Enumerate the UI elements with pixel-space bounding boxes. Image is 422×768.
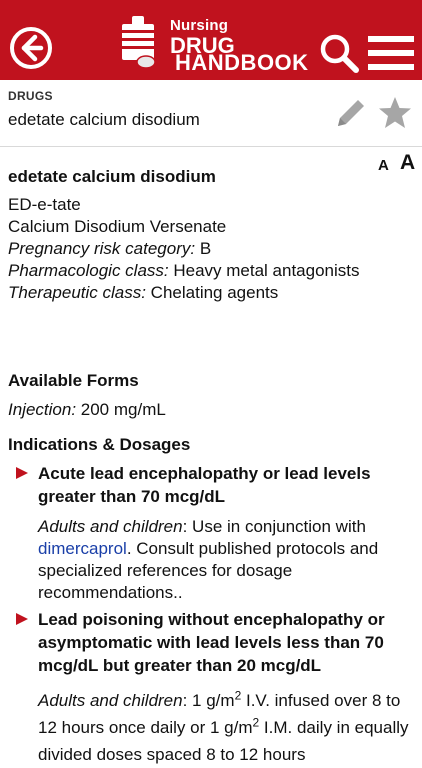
drug-name-label: edetate calcium disodium [8,110,200,129]
indication-item: Lead poisoning without encephalopathy or… [8,608,414,677]
favorite-star-icon[interactable] [378,96,412,130]
pregnancy-category: Pregnancy risk category: B [8,238,414,260]
logo-handbook: HANDBOOK [175,50,309,75]
search-icon[interactable] [318,32,360,74]
indication-dosage: Adults and children: Use in conjunction … [8,516,414,604]
hamburger-menu-icon[interactable] [368,36,414,70]
pencil-edit-icon[interactable] [332,96,368,132]
population-label: Adults and children [38,517,183,536]
forms-value: 200 mg/mL [76,400,166,419]
available-forms-heading: Available Forms [8,371,139,390]
dosage-text-a: : 1 g/m [182,691,235,710]
forms-label: Injection: [8,400,77,419]
available-forms-injection: Injection: 200 mg/mL [8,399,414,421]
handbook-logo-icon [122,16,156,69]
population-label: Adults and children [38,691,183,710]
indication-title: Acute lead encephalopathy or lead levels… [38,464,371,506]
thera-value: Chelating agents [145,283,279,302]
pharm-value: Heavy metal antagonists [168,261,360,280]
pregnancy-label: Pregnancy risk category: [8,239,196,258]
pregnancy-value: B [195,239,212,258]
therapeutic-class: Therapeutic class: Chelating agents [8,282,414,304]
bullet-triangle-icon [16,467,28,479]
bullet-triangle-icon [16,613,28,625]
monograph-title: edetate calcium disodium [8,167,216,186]
back-arrow-icon[interactable] [8,25,54,71]
pharm-label: Pharmacologic class: [8,261,169,280]
thera-label: Therapeutic class: [8,283,146,302]
indication-item: Acute lead encephalopathy or lead levels… [8,462,414,508]
monograph-content: edetate calcium disodium ED-e-tate Calci… [8,166,414,768]
indication-dosage: Adults and children: 1 g/m2 I.V. infused… [8,687,414,768]
pharmacologic-class: Pharmacologic class: Heavy metal antagon… [8,260,414,282]
logo-nursing: Nursing [170,17,229,34]
dosage-text-pre: : Use in conjunction with [182,517,366,536]
app-header: Nursing DRUG HANDBOOK [0,0,422,80]
brand-name: Calcium Disodium Versenate [8,217,227,236]
indications-heading: Indications & Dosages [8,435,191,454]
indication-title: Lead poisoning without encephalopathy or… [38,610,385,675]
pronunciation: ED-e-tate [8,195,81,214]
dimercaprol-link[interactable]: dimercaprol [38,539,127,558]
breadcrumb[interactable]: DRUGS [8,89,53,103]
